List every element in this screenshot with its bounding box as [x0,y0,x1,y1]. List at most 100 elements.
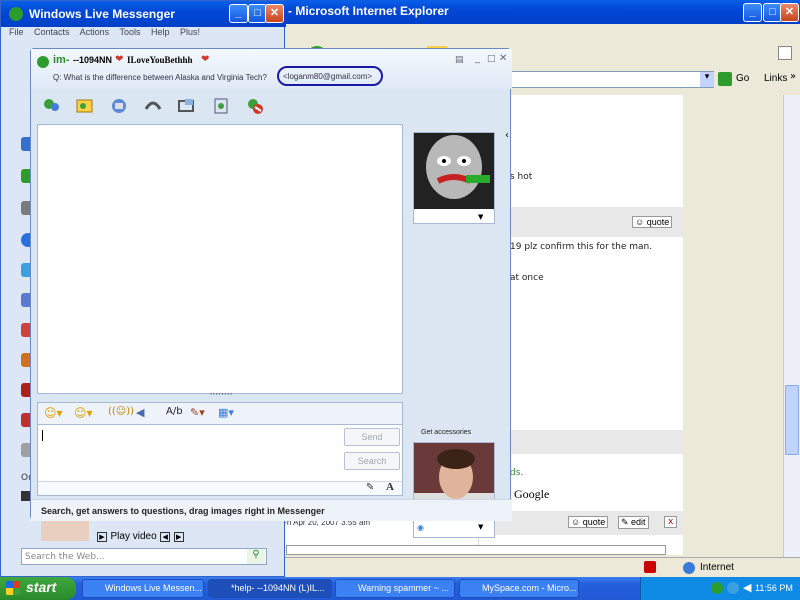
menu-contacts[interactable]: Contacts [34,27,70,37]
resize-handle[interactable]: ········ [201,391,241,400]
ad-image[interactable] [41,521,89,541]
quote-label: quote [646,217,670,227]
wlm-minimize-button[interactable]: _ [229,4,248,23]
taskbar-item-myspace[interactable]: MySpace.com - Micro... [459,579,579,598]
zone-label: Internet [700,562,734,573]
edit-button[interactable]: ✎ edit [618,516,649,529]
phone-call-icon[interactable] [143,97,163,115]
menu-tools[interactable]: Tools [119,27,140,37]
conversation-history[interactable] [37,124,403,394]
scroll-thumb[interactable] [785,385,799,455]
menu-plus[interactable]: Plus! [180,27,200,37]
games-icon[interactable] [211,97,231,115]
web-search-input[interactable]: Search the Web... [21,548,267,565]
go-button[interactable]: Go [736,73,749,84]
own-picture-menu-icon[interactable]: ▼ [478,523,483,531]
play-video-link[interactable]: Play video [111,531,157,542]
system-tray: ◀ 11:56 PM [640,577,800,600]
nudge-icon[interactable]: ((☺)) [108,406,134,417]
taskbar-item-warning[interactable]: Warning spammer ~ ... [335,579,455,598]
wlm-title-bar: Windows Live Messenger _ □ ✕ [1,1,286,27]
send-button[interactable]: Send [344,428,400,446]
taskbar-item-chat[interactable]: *help- --1094NN (L)IL... [208,579,332,598]
start-button[interactable]: start [0,577,76,600]
collapse-panel-icon[interactable]: ‹ [505,130,513,142]
chat-status-bar: Search, get answers to questions, drag i… [31,499,512,521]
links-chevron-icon[interactable]: » [790,71,796,82]
chat-close-button[interactable]: ✕ [499,53,507,64]
ie-title-bar: - Microsoft Internet Explorer _ □ ✕ [278,0,800,24]
start-label: start [26,579,57,595]
contact-display-picture[interactable]: ▼ [413,132,495,224]
get-accessories-link[interactable]: Get accessories [421,429,471,436]
reply-textbox[interactable] [286,545,666,555]
search-button[interactable]: Search [344,452,400,470]
ie-minimize-button[interactable]: _ [743,3,762,22]
type-mode-icon[interactable]: A [386,481,394,493]
taskbar-item-messenger[interactable]: Windows Live Messen... [82,579,204,598]
send-files-icon[interactable] [75,97,95,115]
volume-tray-icon[interactable]: ◀ [743,581,751,594]
next-icon[interactable]: ▶ [173,532,184,542]
chat-minimize-button[interactable]: _ [475,53,480,64]
messenger-tray-icon[interactable] [711,582,723,594]
menu-actions[interactable]: Actions [80,27,110,37]
menu-help[interactable]: Help [151,27,170,37]
video-call-icon[interactable] [109,97,129,115]
personal-message: Q: What is the difference between Alaska… [53,73,267,82]
network-tray-icon[interactable] [727,582,739,594]
email-highlight-ring [277,66,383,86]
invite-contact-icon[interactable] [41,97,61,115]
edit-label: edit [631,517,646,527]
forum-text: s hot [510,172,533,182]
popup-blocked-icon [644,561,656,573]
go-arrow-icon[interactable] [718,72,732,86]
address-dropdown-button[interactable]: ▾ [700,72,714,87]
quote-button[interactable]: ☺ quote [568,516,609,528]
taskbar-item-label: Windows Live Messen... [105,583,203,593]
text-caret [42,430,43,441]
windows-flag-icon [778,46,792,60]
font-icon[interactable]: A/b [166,406,183,417]
ie-status-bar: Internet [278,557,800,577]
emoticon-icon[interactable]: ☺▾ [44,406,63,420]
forum-text: at once [510,273,544,283]
taskbar-item-label: *help- --1094NN (L)IL... [231,583,325,593]
webcam-icon[interactable]: ◉ [417,523,424,532]
activities-icon[interactable] [177,97,197,115]
wlm-close-button[interactable]: ✕ [265,4,284,23]
input-mode-bar: ✎ A [38,481,402,495]
ie-close-button[interactable]: ✕ [780,3,799,22]
clock[interactable]: 11:56 PM [755,583,793,593]
heart-icon: ❤ [201,54,210,65]
menu-file[interactable]: File [9,27,24,37]
previous-icon[interactable]: ◀ [160,532,171,542]
search-placeholder: Search the Web... [25,552,105,562]
own-display-picture[interactable]: ◉ ▼ [413,442,495,538]
handwrite-mode-icon[interactable]: ✎ [366,482,374,493]
web-search-icon[interactable]: ⚲ [247,549,265,564]
display-picture-panel: ‹ ▼ Get accessories ◉ ▼ [407,124,509,538]
chat-menu-icon[interactable]: ▤ [455,55,464,65]
quote-label: quote [582,517,606,527]
voice-clip-icon[interactable]: ◀ [136,406,144,419]
quote-button[interactable]: ☺ quote [632,216,673,228]
chat-window: im- --1094NN ❤ ILoveYouBethhh ❤ Q: What … [30,48,512,538]
background-icon[interactable]: ▦▾ [218,406,234,419]
block-contact-icon[interactable] [245,97,265,115]
format-toolbar: ☺▾ ☺▾ ((☺)) ◀ A/b ✎▾ ▦▾ [37,402,403,424]
handwriting-icon[interactable]: ✎▾ [190,406,205,419]
chat-maximize-button[interactable]: □ [487,54,496,64]
play-icon[interactable]: ▶ [97,532,107,542]
message-input[interactable]: Send Search ✎ A [37,424,403,496]
picture-menu-icon[interactable]: ▼ [478,213,483,221]
play-video-row[interactable]: ▶ Play video ◀ ▶ [97,529,277,543]
links-label[interactable]: Links [764,73,787,84]
forum-text: 19 plz confirm this for the man. [510,242,653,252]
google-logo: Google [514,487,550,501]
ie-scrollbar[interactable] [783,95,800,560]
wink-icon[interactable]: ☺▾ [74,406,93,420]
im-plus-logo: im- [53,54,70,66]
delete-button[interactable]: x [664,516,678,528]
contact-name: ILoveYouBethhh [127,55,193,65]
